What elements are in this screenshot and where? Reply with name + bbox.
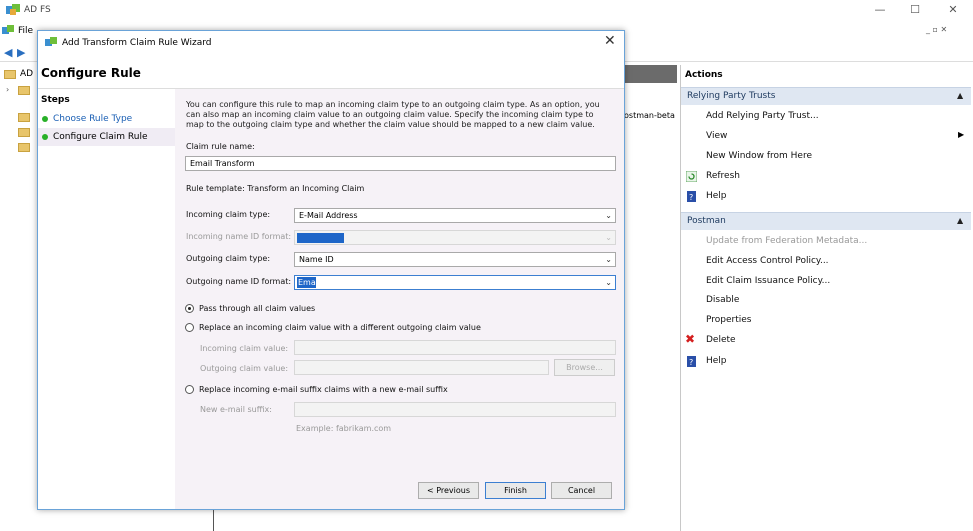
help-icon: ? [687, 191, 696, 202]
list-header [625, 65, 677, 83]
incoming-name-id-select: ⌄ [294, 230, 616, 245]
tree-root-label[interactable]: AD [20, 69, 33, 79]
folder-icon[interactable] [18, 128, 30, 137]
action-properties[interactable]: Properties [706, 315, 751, 325]
incoming-claim-value-label: Incoming claim value: [200, 344, 289, 353]
refresh-icon [686, 171, 697, 182]
maximize-button[interactable]: ☐ [900, 2, 930, 18]
outgoing-name-id-label: Outgoing name ID format: [186, 277, 292, 286]
outgoing-claim-value-label: Outgoing claim value: [200, 364, 289, 373]
section-label: Postman [687, 216, 726, 226]
finish-button[interactable]: Finish [485, 482, 546, 499]
collapse-triangle-icon[interactable]: ▲ [957, 91, 963, 100]
back-arrow-icon[interactable]: ◀ [4, 46, 12, 59]
action-add-relying-party-trust[interactable]: Add Relying Party Trust... [706, 111, 819, 121]
action-new-window[interactable]: New Window from Here [706, 151, 812, 161]
action-update-metadata: Update from Federation Metadata... [706, 236, 868, 246]
action-delete[interactable]: Delete [706, 335, 736, 345]
outgoing-claim-value-input [294, 360, 549, 375]
forward-arrow-icon[interactable]: ▶ [17, 46, 25, 59]
chevron-down-icon: ⌄ [605, 255, 612, 264]
collapse-triangle-icon[interactable]: ▲ [957, 216, 963, 225]
mdi-window-controls[interactable]: _ ▫ ✕ [926, 25, 972, 38]
select-value: Email [297, 277, 321, 288]
mmc-icon [2, 25, 14, 34]
action-help[interactable]: Help [706, 356, 727, 366]
action-view[interactable]: View [706, 131, 727, 141]
chevron-down-icon: ⌄ [605, 278, 612, 287]
browse-button: Browse... [554, 359, 615, 376]
step-label: Configure Claim Rule [53, 132, 148, 142]
dialog-title: Add Transform Claim Rule Wizard [62, 38, 212, 48]
action-disable[interactable]: Disable [706, 295, 739, 305]
page-title: Configure Rule [41, 66, 141, 80]
select-value: E-Mail Address [299, 211, 358, 220]
cancel-button[interactable]: Cancel [551, 482, 612, 499]
claim-rule-name-label: Claim rule name: [186, 142, 255, 151]
pass-through-label[interactable]: Pass through all claim values [199, 304, 315, 313]
new-suffix-label: New e-mail suffix: [200, 405, 272, 414]
folder-icon[interactable] [18, 86, 30, 95]
action-edit-claim-issuance-policy[interactable]: Edit Claim Issuance Policy... [706, 276, 830, 286]
outgoing-name-id-select[interactable]: Email ⌄ [294, 275, 616, 290]
wizard-icon [45, 37, 57, 46]
submenu-arrow-icon: ▶ [958, 130, 965, 139]
replace-suffix-radio[interactable] [185, 385, 194, 394]
outgoing-claim-type-label: Outgoing claim type: [186, 254, 271, 263]
selection-highlight [297, 233, 344, 243]
new-suffix-input [294, 402, 616, 417]
pass-through-radio[interactable] [185, 304, 194, 313]
expand-chevron-icon[interactable]: › [6, 85, 9, 94]
center-list [625, 65, 675, 531]
menu-file[interactable]: File [18, 26, 33, 36]
folder-icon[interactable] [18, 143, 30, 152]
previous-button[interactable]: < Previous [418, 482, 479, 499]
claim-rule-name-input[interactable]: Email Transform [185, 156, 616, 171]
incoming-claim-type-label: Incoming claim type: [186, 210, 271, 219]
example-text: Example: fabrikam.com [296, 424, 392, 433]
chevron-down-icon: ⌄ [605, 211, 612, 220]
steps-panel [38, 89, 175, 509]
action-edit-access-control-policy[interactable]: Edit Access Control Policy... [706, 256, 829, 266]
action-help[interactable]: Help [706, 191, 727, 201]
delete-icon: ✖ [685, 332, 696, 346]
folder-icon[interactable] [18, 113, 30, 122]
list-item[interactable]: ostman-beta [624, 111, 675, 120]
replace-suffix-label[interactable]: Replace incoming e-mail suffix claims wi… [199, 385, 448, 394]
actions-title: Actions [685, 70, 723, 80]
steps-title: Steps [41, 95, 70, 105]
incoming-claim-value-input [294, 340, 616, 355]
step-status-dot-icon [42, 134, 48, 140]
incoming-name-id-label: Incoming name ID format: [186, 232, 292, 241]
incoming-claim-type-select[interactable]: E-Mail Address ⌄ [294, 208, 616, 223]
section-label: Relying Party Trusts [687, 91, 776, 101]
app-titlebar [0, 0, 973, 22]
close-window-button[interactable]: ✕ [938, 2, 968, 18]
replace-value-label[interactable]: Replace an incoming claim value with a d… [199, 323, 481, 332]
description-text: You can configure this rule to map an in… [186, 100, 600, 129]
help-icon: ? [687, 356, 696, 367]
replace-value-radio[interactable] [185, 323, 194, 332]
action-refresh[interactable]: Refresh [706, 171, 740, 181]
chevron-down-icon: ⌄ [605, 233, 612, 242]
svg-text:?: ? [689, 193, 693, 202]
step-label[interactable]: Choose Rule Type [53, 114, 132, 124]
minimize-button[interactable]: — [865, 2, 895, 18]
outgoing-claim-type-select[interactable]: Name ID ⌄ [294, 252, 616, 267]
select-value: Name ID [299, 255, 334, 264]
close-icon[interactable]: ✕ [604, 33, 616, 49]
app-title: AD FS [24, 5, 51, 15]
wizard-content [175, 89, 624, 509]
step-status-dot-icon [42, 116, 48, 122]
folder-icon [4, 70, 16, 79]
rule-template-text: Rule template: Transform an Incoming Cla… [186, 184, 365, 193]
svg-text:?: ? [689, 358, 693, 367]
adfs-app-icon [6, 4, 20, 15]
